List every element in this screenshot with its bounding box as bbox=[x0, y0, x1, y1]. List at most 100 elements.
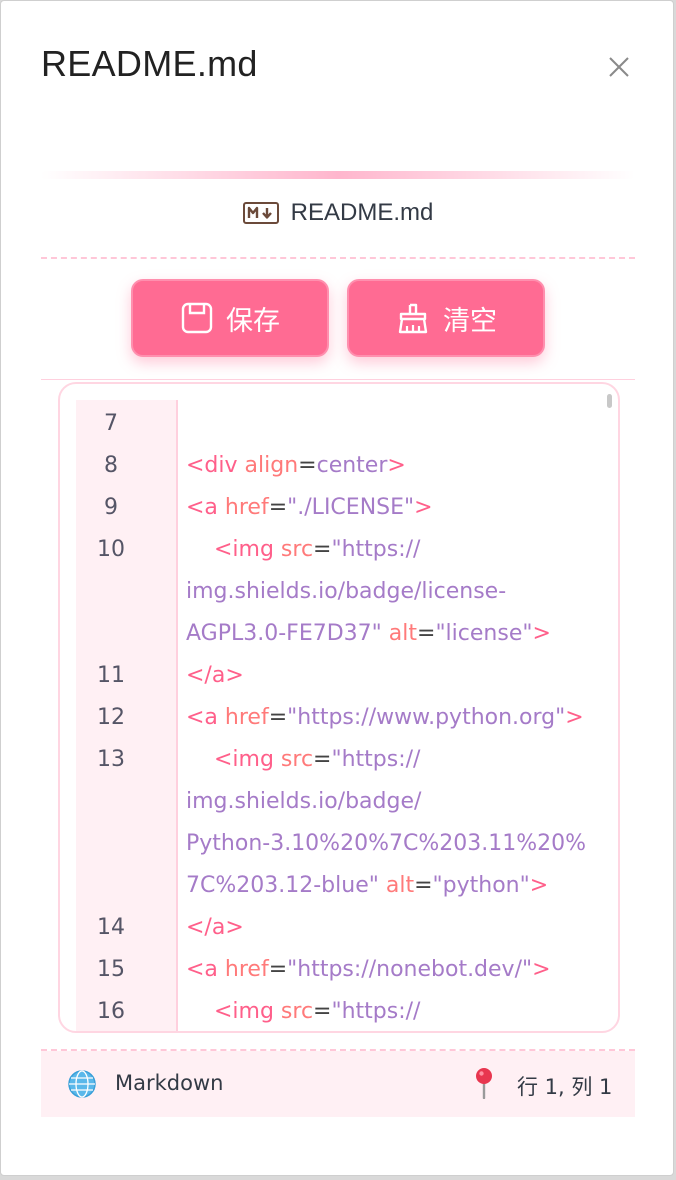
code-token: > bbox=[387, 453, 406, 478]
line-number: 12 bbox=[97, 705, 125, 730]
code-token: href bbox=[224, 705, 269, 730]
code-token: = bbox=[268, 957, 288, 982]
code-token: > bbox=[565, 705, 584, 730]
code-text: </a> bbox=[186, 655, 244, 697]
code-token: "python" bbox=[432, 873, 530, 898]
code-token: "license" bbox=[435, 621, 533, 646]
code-token: > bbox=[532, 621, 551, 646]
code-token: "https:// bbox=[331, 747, 421, 772]
broom-icon bbox=[398, 303, 428, 334]
code-token: <div bbox=[186, 453, 245, 478]
code-text: AGPL3.0-FE7D37" alt="license"> bbox=[186, 613, 551, 655]
code-token: "./LICENSE" bbox=[287, 495, 415, 520]
pin-icon bbox=[476, 1068, 492, 1099]
code-token: = bbox=[268, 705, 288, 730]
save-icon bbox=[181, 302, 213, 334]
code-text: img.shields.io/badge/license- bbox=[186, 571, 506, 613]
code-token: = bbox=[313, 999, 332, 1024]
code-token: 7C%203.12-blue" bbox=[186, 873, 386, 898]
line-number: 16 bbox=[97, 999, 125, 1024]
code-token: > bbox=[529, 873, 549, 898]
line-number: 13 bbox=[97, 747, 125, 772]
code-token: = bbox=[268, 495, 288, 520]
code-token: img.shields.io/badge/license- bbox=[186, 579, 507, 604]
line-number: 15 bbox=[97, 957, 125, 982]
code-token: </a> bbox=[186, 663, 244, 688]
code-token: "https:// bbox=[331, 999, 421, 1024]
line-number: 8 bbox=[104, 453, 118, 478]
code-line: 7C%203.12-blue" alt="python"> bbox=[60, 865, 618, 907]
code-token: = bbox=[414, 873, 433, 898]
code-text: <a href="https://www.python.org"> bbox=[186, 697, 584, 739]
code-token: = bbox=[417, 621, 436, 646]
code-token: > bbox=[414, 495, 433, 520]
close-icon[interactable] bbox=[605, 53, 633, 81]
save-button-label: 保存 bbox=[226, 305, 280, 337]
code-editor[interactable]: 7 8 <div align=center> 9 <a href="./LICENSE"… bbox=[58, 382, 620, 1033]
code-token: > bbox=[532, 957, 551, 982]
code-token: <img bbox=[186, 999, 281, 1024]
code-text: img.shields.io/badge/ bbox=[186, 781, 421, 823]
line-number: 9 bbox=[104, 495, 118, 520]
file-label: README.md bbox=[1, 195, 675, 231]
save-button[interactable]: 保存 bbox=[131, 279, 329, 357]
code-token: <a bbox=[186, 957, 225, 982]
code-token: href bbox=[224, 957, 269, 982]
code-token: href bbox=[224, 495, 269, 520]
code-token: <a bbox=[186, 705, 225, 730]
code-line: Python-3.10%20%7C%203.11%20% bbox=[60, 823, 618, 865]
code-token: <img bbox=[186, 747, 281, 772]
editor-dialog: README.md README.md 保存 清空 7 8 <div align… bbox=[0, 0, 674, 1176]
code-token: align bbox=[244, 453, 299, 478]
code-line: 16 <img src="https:// bbox=[60, 991, 618, 1031]
code-token: img.shields.io/badge/ bbox=[186, 789, 422, 814]
line-number: 10 bbox=[97, 537, 125, 562]
code-token: </a> bbox=[186, 915, 244, 940]
code-token: alt bbox=[385, 873, 415, 898]
decorative-divider bbox=[41, 171, 635, 179]
code-token: "https://nonebot.dev/" bbox=[287, 957, 533, 982]
code-line: 11 </a> bbox=[60, 655, 618, 697]
code-token: center bbox=[316, 453, 388, 478]
code-text: 7C%203.12-blue" alt="python"> bbox=[186, 865, 548, 907]
code-text: <img src="https:// bbox=[186, 529, 421, 571]
line-number: 11 bbox=[97, 663, 125, 688]
code-text: <img src="https:// bbox=[186, 991, 421, 1031]
code-line: AGPL3.0-FE7D37" alt="license"> bbox=[60, 613, 618, 655]
code-token: src bbox=[280, 537, 314, 562]
code-line: img.shields.io/badge/license- bbox=[60, 571, 618, 613]
code-token: alt bbox=[388, 621, 417, 646]
code-token: = bbox=[313, 747, 332, 772]
code-text: <img src="https:// bbox=[186, 739, 421, 781]
code-token: <a bbox=[186, 495, 225, 520]
code-token: AGPL3.0-FE7D37" bbox=[186, 621, 389, 646]
divider bbox=[41, 379, 635, 380]
code-line: 14 </a> bbox=[60, 907, 618, 949]
code-token: src bbox=[280, 999, 314, 1024]
line-number: 7 bbox=[104, 411, 118, 436]
code-token: "https://www.python.org" bbox=[287, 705, 566, 730]
code-line: 10 <img src="https:// bbox=[60, 529, 618, 571]
code-token: <img bbox=[186, 537, 281, 562]
code-text: Python-3.10%20%7C%203.11%20% bbox=[186, 823, 586, 865]
code-line: 12 <a href="https://www.python.org"> bbox=[60, 697, 618, 739]
line-number: 14 bbox=[97, 915, 125, 940]
globe-icon bbox=[68, 1070, 96, 1098]
markdown-icon bbox=[242, 202, 279, 224]
status-bar: Markdown 行 1, 列 1 bbox=[41, 1051, 635, 1117]
code-line: 9 <a href="./LICENSE"> bbox=[60, 487, 618, 529]
code-text: <a href="https://nonebot.dev/"> bbox=[186, 949, 551, 991]
code-token: = bbox=[313, 537, 332, 562]
editor-scrollbar[interactable] bbox=[607, 394, 612, 408]
code-token: "https:// bbox=[331, 537, 421, 562]
language-label[interactable]: Markdown bbox=[115, 1071, 223, 1095]
code-line: img.shields.io/badge/ bbox=[60, 781, 618, 823]
dashed-divider bbox=[41, 257, 635, 259]
code-line: 15 <a href="https://nonebot.dev/"> bbox=[60, 949, 618, 991]
file-name: README.md bbox=[290, 199, 434, 226]
code-text: </a> bbox=[186, 907, 244, 949]
clear-button[interactable]: 清空 bbox=[347, 279, 545, 357]
code-text: <div align=center> bbox=[186, 445, 406, 487]
dialog-title: README.md bbox=[41, 43, 258, 84]
code-line: 7 bbox=[60, 403, 618, 445]
